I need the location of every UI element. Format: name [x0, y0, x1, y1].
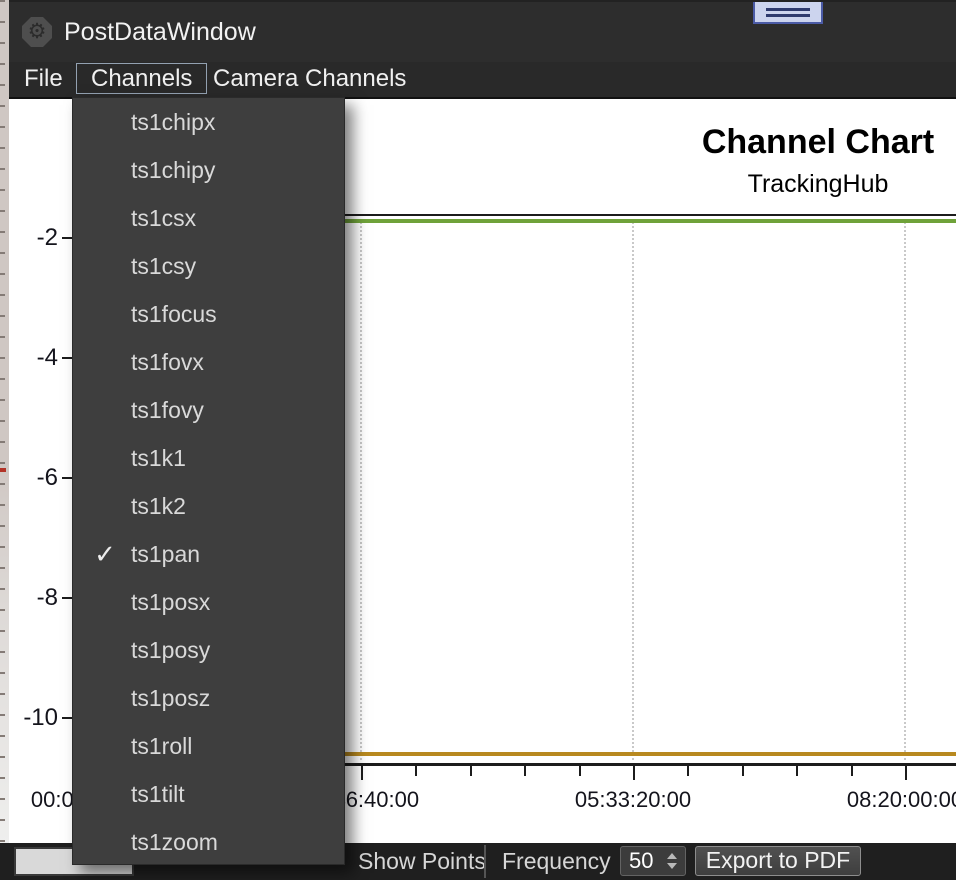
chart-subtitle: TrackingHub	[748, 170, 889, 199]
menu-item-label: ts1csx	[131, 205, 196, 231]
x-gridline	[632, 222, 634, 760]
spinner-down-icon[interactable]	[667, 863, 677, 869]
ruler-ticks	[0, 0, 5, 843]
menu-item-ts1posz[interactable]: ts1posz	[73, 674, 344, 722]
x-axis-minor-tick	[687, 766, 689, 776]
menu-item-label: ts1fovx	[131, 349, 204, 375]
menu-item-ts1focus[interactable]: ts1focus	[73, 290, 344, 338]
spinner-arrows-icon[interactable]	[667, 852, 677, 870]
toolbar-divider	[484, 845, 486, 878]
x-axis-major-tick	[905, 766, 907, 780]
ruler-red-marker	[0, 468, 6, 472]
y-axis-label: -4	[9, 344, 58, 372]
y-axis-label: -6	[9, 464, 58, 492]
window-title: PostDataWindow	[64, 2, 256, 64]
menu-item-label: ts1focus	[131, 301, 217, 327]
grip-line	[766, 8, 810, 11]
x-gridline	[904, 222, 906, 760]
menu-item-ts1tilt[interactable]: ts1tilt	[73, 770, 344, 818]
export-to-pdf-button[interactable]: Export to PDF	[695, 846, 861, 876]
x-axis-minor-tick	[579, 766, 581, 776]
menu-item-ts1pan[interactable]: ✓ ts1pan	[73, 530, 344, 578]
chart-title: Channel Chart	[702, 123, 934, 162]
menu-item-label: ts1posx	[131, 589, 210, 615]
spinner-up-icon[interactable]	[667, 853, 677, 859]
y-axis-label: -10	[9, 704, 58, 732]
y-axis-label: -8	[9, 584, 58, 612]
menu-item-ts1posy[interactable]: ts1posy	[73, 626, 344, 674]
gear-icon: ⚙	[22, 17, 52, 47]
menu-item-label: ts1posy	[131, 637, 210, 663]
channels-dropdown-menu: ts1chipx ts1chipy ts1csx ts1csy ts1focus ts1f…	[72, 97, 345, 865]
grip-line	[766, 14, 810, 17]
menu-item-ts1k2[interactable]: ts1k2	[73, 482, 344, 530]
x-axis-minor-tick	[742, 766, 744, 776]
x-axis-minor-tick	[796, 766, 798, 776]
menu-item-label: ts1k2	[131, 493, 186, 519]
menu-item-ts1chipx[interactable]: ts1chipx	[73, 98, 344, 146]
menu-item-label: ts1roll	[131, 733, 192, 759]
check-icon: ✓	[87, 530, 123, 578]
x-axis-minor-tick	[415, 766, 417, 776]
menu-item-ts1fovx[interactable]: ts1fovx	[73, 338, 344, 386]
x-axis-major-tick	[361, 766, 363, 780]
show-points-toggle[interactable]: Show Points	[358, 843, 486, 880]
menu-item-label: ts1csy	[131, 253, 196, 279]
menu-item-ts1roll[interactable]: ts1roll	[73, 722, 344, 770]
menu-item-ts1chipy[interactable]: ts1chipy	[73, 146, 344, 194]
menu-channels[interactable]: Channels	[76, 63, 207, 94]
menu-item-ts1k1[interactable]: ts1k1	[73, 434, 344, 482]
x-axis-label: 08:20:00:00	[815, 787, 956, 813]
menu-item-label: ts1chipx	[131, 109, 215, 135]
menu-camera-channels[interactable]: Camera Channels	[205, 62, 414, 95]
menu-item-ts1zoom[interactable]: ts1zoom	[73, 818, 344, 866]
x-axis-minor-tick	[851, 766, 853, 776]
window-drag-handle[interactable]	[753, 2, 823, 24]
menu-item-label: ts1fovy	[131, 397, 204, 423]
menu-item-label: ts1pan	[131, 541, 200, 567]
menu-bar: File Channels Camera Channels	[9, 62, 956, 99]
x-axis-minor-tick	[470, 766, 472, 776]
frequency-label: Frequency	[502, 843, 611, 880]
menu-item-ts1posx[interactable]: ts1posx	[73, 578, 344, 626]
frequency-value: 50	[629, 847, 653, 875]
frequency-spinner[interactable]: 50	[620, 846, 686, 876]
menu-item-label: ts1chipy	[131, 157, 215, 183]
y-axis-label: -2	[9, 224, 58, 252]
menu-item-label: ts1zoom	[131, 829, 218, 855]
menu-item-ts1csy[interactable]: ts1csy	[73, 242, 344, 290]
menu-item-label: ts1k1	[131, 445, 186, 471]
menu-file[interactable]: File	[18, 62, 69, 95]
x-axis-major-tick	[633, 766, 635, 780]
menu-item-label: ts1tilt	[131, 781, 185, 807]
x-gridline	[360, 222, 362, 760]
x-axis-label: 05:33:20:00	[543, 787, 723, 813]
menu-item-label: ts1posz	[131, 685, 210, 711]
post-data-window: ⚙ PostDataWindow File Channels Camera Ch…	[0, 0, 956, 880]
x-axis-minor-tick	[524, 766, 526, 776]
title-bar: ⚙ PostDataWindow	[9, 0, 956, 64]
menu-item-ts1fovy[interactable]: ts1fovy	[73, 386, 344, 434]
menu-item-ts1csx[interactable]: ts1csx	[73, 194, 344, 242]
